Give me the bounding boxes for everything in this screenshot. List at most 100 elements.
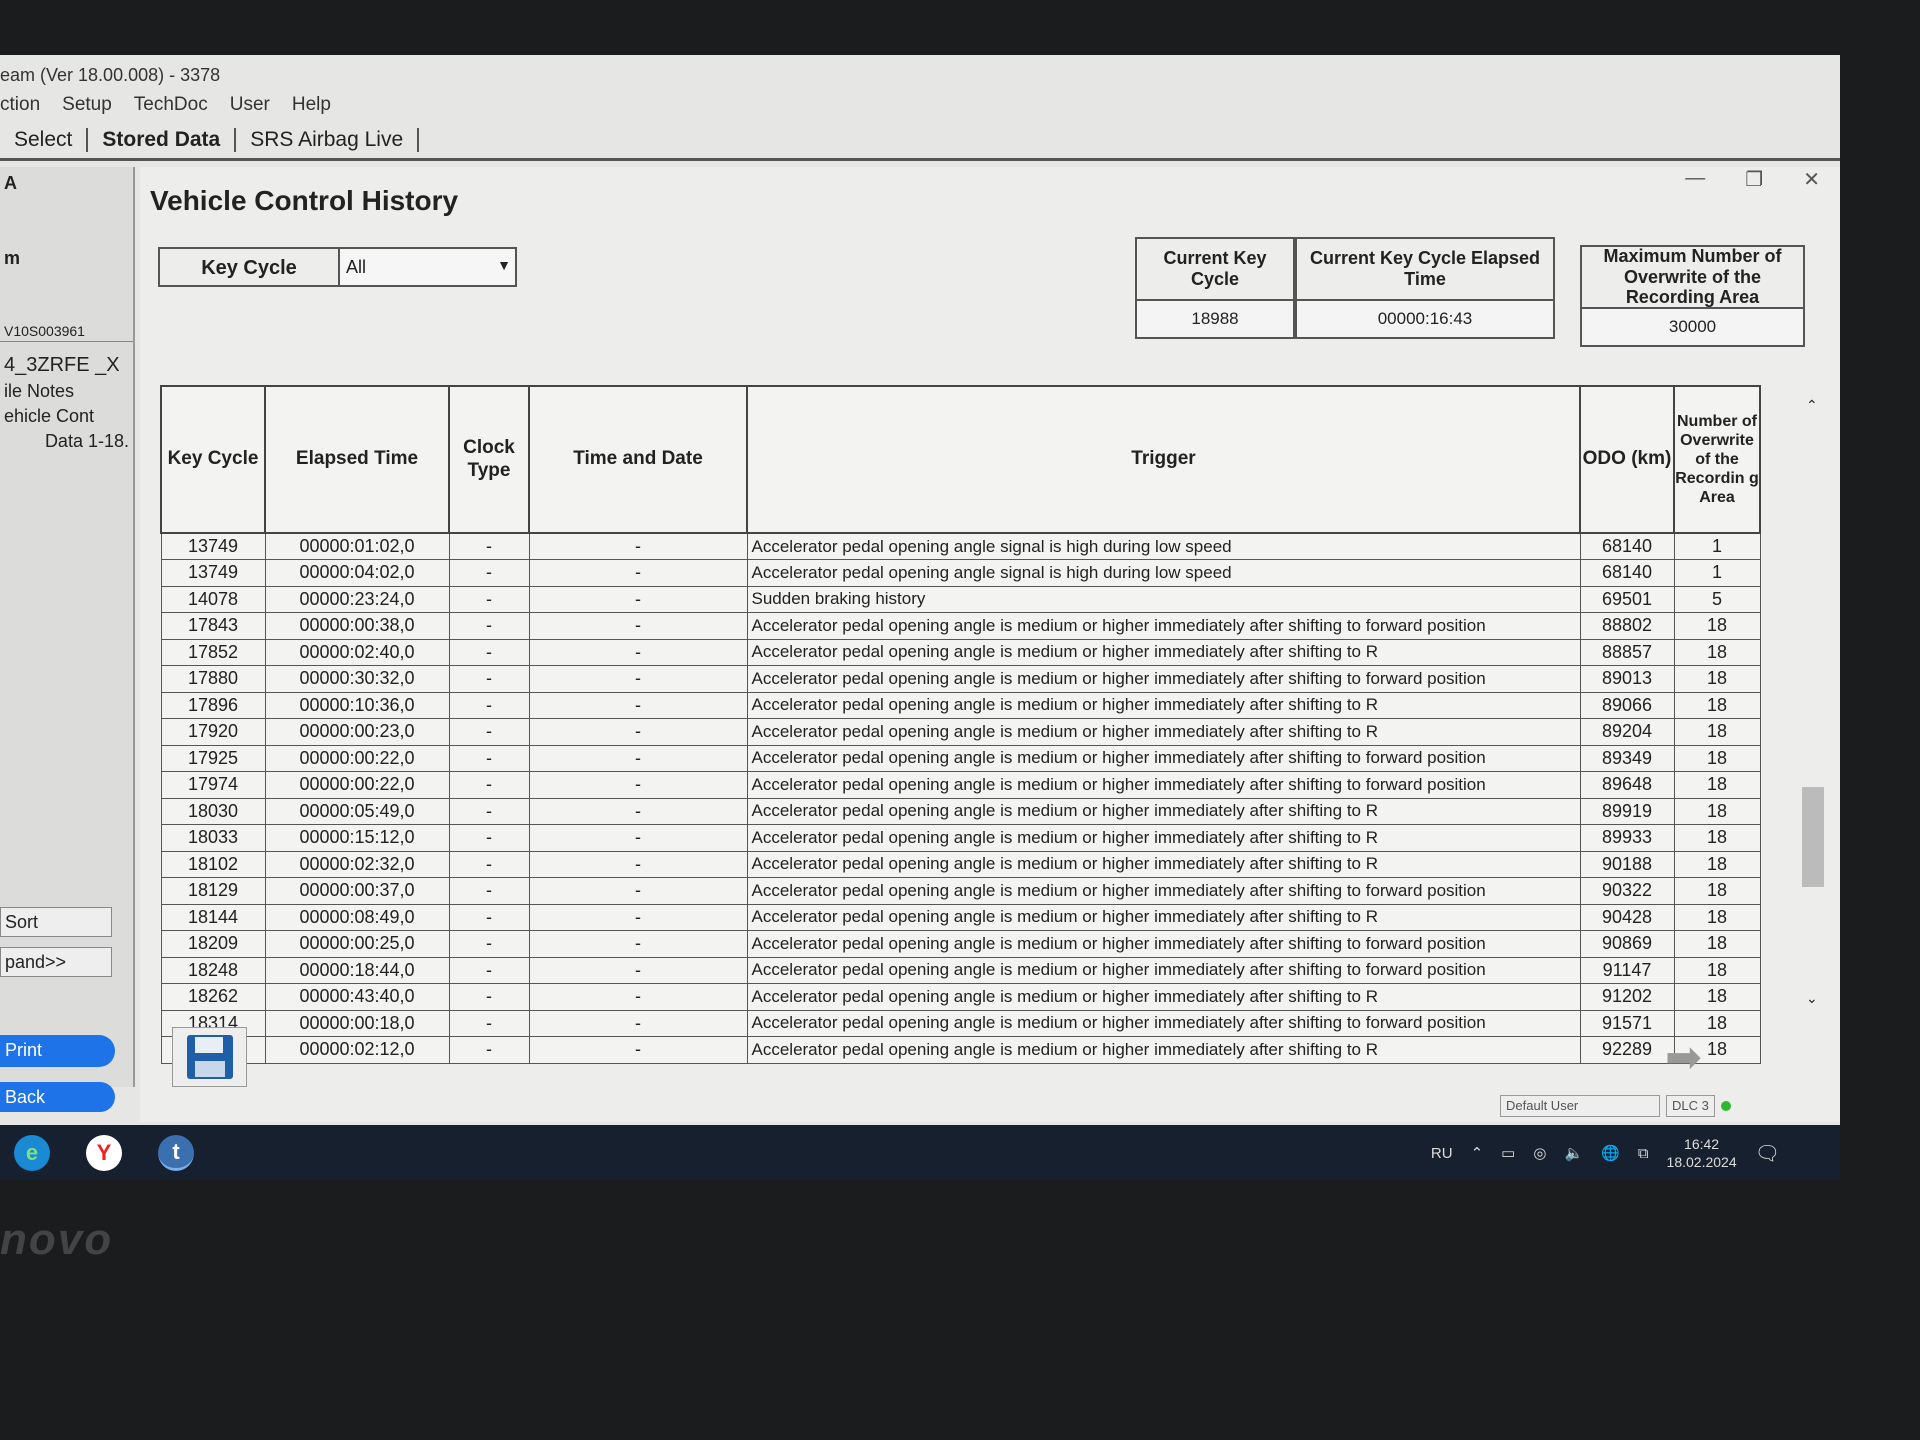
menu-setup[interactable]: Setup <box>62 94 112 116</box>
cell-odo: 88857 <box>1579 638 1675 666</box>
task-view-icon[interactable]: ⧉ <box>1638 1145 1649 1162</box>
cell-elapsed-time: 00000:23:24,0 <box>264 585 450 613</box>
table-row[interactable]: 14078 00000:23:24,0- - Sudden braking histo… <box>160 585 1761 613</box>
cell-trigger: Accelerator pedal opening angle is mediu… <box>746 744 1581 772</box>
chevron-down-icon[interactable]: ▼ <box>497 257 511 273</box>
clock[interactable]: 16:42 18.02.2024 <box>1667 1135 1737 1171</box>
table-row[interactable]: 13749 00000:04:02,0- - Accelerator pedal op… <box>160 559 1761 587</box>
key-cycle-select-value: All <box>346 257 367 277</box>
table-row[interactable]: 13749 00000:01:02,0- - Accelerator pedal op… <box>160 532 1761 560</box>
cell-overwrite-count: 18 <box>1673 956 1761 984</box>
key-cycle-select[interactable]: All ▼ <box>340 249 515 285</box>
status-dlc: DLC 3 <box>1666 1095 1715 1117</box>
table-scrollbar[interactable]: ⌃ ⌄ <box>1800 397 1826 1006</box>
cell-key-cycle: 18262 <box>160 983 266 1011</box>
save-button[interactable] <box>172 1027 247 1087</box>
cell-overwrite-count: 18 <box>1673 665 1761 693</box>
back-button[interactable]: Back <box>0 1082 115 1112</box>
print-button[interactable]: Print <box>0 1035 115 1067</box>
table-row[interactable]: 18209 00000:00:25,0- - Accelerator pedal op… <box>160 930 1761 958</box>
cell-odo: 68140 <box>1579 559 1675 587</box>
notifications-icon[interactable]: 🗨 <box>1755 1141 1780 1166</box>
scroll-down-icon[interactable]: ⌄ <box>1806 990 1818 1007</box>
language-indicator[interactable]: RU <box>1431 1145 1453 1162</box>
sidebar-item-engine[interactable]: 4_3ZRFE _X <box>0 352 133 379</box>
cell-elapsed-time: 00000:00:25,0 <box>264 930 450 958</box>
cell-clock-type: - <box>448 850 530 878</box>
key-cycle-filter: Key Cycle All ▼ <box>158 247 517 287</box>
menu-techdoc[interactable]: TechDoc <box>134 94 208 116</box>
window-title: eam (Ver 18.00.008) - 3378 <box>0 65 221 85</box>
scrollbar-thumb[interactable] <box>1802 787 1824 887</box>
restore-icon[interactable]: ❐ <box>1745 167 1763 192</box>
table-row[interactable]: 18033 00000:15:12,0- - Accelerator pedal op… <box>160 824 1761 852</box>
cell-key-cycle: 13749 <box>160 532 266 560</box>
tab-srs-airbag-live[interactable]: SRS Airbag Live <box>236 127 420 152</box>
table-row[interactable]: 17852 00000:02:40,0- - Accelerator pedal op… <box>160 638 1761 666</box>
table-row[interactable]: 18248 00000:18:44,0- - Accelerator pedal op… <box>160 956 1761 984</box>
volume-icon[interactable]: 🔈 <box>1564 1144 1583 1162</box>
network-globe-icon[interactable]: 🌐 <box>1601 1144 1620 1162</box>
menu-help[interactable]: Help <box>292 94 331 116</box>
table-row[interactable]: 18144 00000:08:49,0- - Accelerator pedal op… <box>160 903 1761 931</box>
cell-clock-type: - <box>448 1009 530 1037</box>
col-elapsed-time: Elapsed Time <box>264 385 450 534</box>
sidebar-item: A <box>4 173 17 193</box>
scroll-up-icon[interactable]: ⌃ <box>1806 397 1818 414</box>
yandex-browser-icon[interactable]: Y <box>86 1135 122 1171</box>
system-tray: RU ⌃ ▭ ◎ 🔈 🌐 ⧉ 16:42 18.02.2024 🗨 <box>1431 1135 1780 1171</box>
menu-user[interactable]: User <box>230 94 270 116</box>
cell-elapsed-time: 00000:18:44,0 <box>264 956 450 984</box>
chevron-up-icon[interactable]: ⌃ <box>1471 1144 1484 1162</box>
cell-time-and-date: - <box>528 797 748 825</box>
cell-time-and-date: - <box>528 877 748 905</box>
webcam-icon[interactable]: ◎ <box>1533 1144 1546 1162</box>
table-header-row: Key Cycle Elapsed Time Clock Type Time a… <box>160 385 1761 534</box>
table-row[interactable]: 18129 00000:00:37,0- - Accelerator pedal op… <box>160 877 1761 905</box>
cell-key-cycle: 18209 <box>160 930 266 958</box>
table-row[interactable]: 1841800000:02:12,0--Accelerator pedal op… <box>160 1036 1761 1064</box>
sidebar-item-file-notes[interactable]: ile Notes <box>0 379 133 404</box>
sidebar-item-data[interactable]: Data 1-18. <box>0 429 133 454</box>
next-arrow-icon[interactable]: ➡ <box>1665 1032 1702 1083</box>
col-odo: ODO (km) <box>1579 385 1675 534</box>
cell-clock-type: - <box>448 559 530 587</box>
table-row[interactable]: 18314 00000:00:18,0- - Accelerator pedal op… <box>160 1009 1761 1037</box>
close-icon[interactable]: ✕ <box>1803 167 1820 192</box>
sidebar-item-vehicle-control[interactable]: ehicle Cont <box>0 404 133 429</box>
cell-elapsed-time: 00000:02:40,0 <box>264 638 450 666</box>
cell-clock-type: - <box>448 824 530 852</box>
cell-clock-type: - <box>448 585 530 613</box>
table-row[interactable]: 18262 00000:43:40,0- - Accelerator pedal op… <box>160 983 1761 1011</box>
sort-button[interactable]: Sort <box>0 907 112 937</box>
techstream-app-icon[interactable]: t <box>158 1135 194 1171</box>
tab-select[interactable]: Select <box>0 127 89 152</box>
edge-browser-icon[interactable]: e <box>14 1135 50 1171</box>
tab-stored-data[interactable]: Stored Data <box>88 127 237 152</box>
cell-odo: 91202 <box>1579 983 1675 1011</box>
table-row[interactable]: 17880 00000:30:32,0- - Accelerator pedal op… <box>160 665 1761 693</box>
page-title: Vehicle Control History <box>150 185 459 216</box>
table-row[interactable]: 17843 00000:00:38,0- - Accelerator pedal op… <box>160 612 1761 640</box>
current-key-cycle-value: 18988 <box>1137 301 1293 337</box>
cell-time-and-date: - <box>528 691 748 719</box>
table-row[interactable]: 18102 00000:02:32,0- - Accelerator pedal op… <box>160 850 1761 878</box>
minimize-icon[interactable]: — <box>1685 167 1705 192</box>
table-row[interactable]: 18030 00000:05:49,0- - Accelerator pedal op… <box>160 797 1761 825</box>
cell-key-cycle: 17920 <box>160 718 266 746</box>
table-row[interactable]: 17925 00000:00:22,0- - Accelerator pedal op… <box>160 744 1761 772</box>
table-row[interactable]: 17974 00000:00:22,0- - Accelerator pedal op… <box>160 771 1761 799</box>
menu-function[interactable]: ction <box>0 94 40 116</box>
table-row[interactable]: 17896 00000:10:36,0- - Accelerator pedal op… <box>160 691 1761 719</box>
current-key-cycle-label: Current Key Cycle <box>1137 239 1293 301</box>
cell-key-cycle: 17880 <box>160 665 266 693</box>
expand-button[interactable]: pand>> <box>0 947 112 977</box>
cell-odo: 90428 <box>1579 903 1675 931</box>
battery-icon[interactable]: ▭ <box>1501 1144 1515 1162</box>
cell-time-and-date: - <box>528 665 748 693</box>
screen: eam (Ver 18.00.008) - 3378 ction Setup T… <box>0 55 1840 1180</box>
cell-trigger: Accelerator pedal opening angle is mediu… <box>746 718 1581 746</box>
table-row[interactable]: 17920 00000:00:23,0- - Accelerator pedal op… <box>160 718 1761 746</box>
main-panel: — ❐ ✕ Vehicle Control History Key Cycle … <box>140 167 1840 1122</box>
key-cycle-filter-label: Key Cycle <box>160 249 340 285</box>
